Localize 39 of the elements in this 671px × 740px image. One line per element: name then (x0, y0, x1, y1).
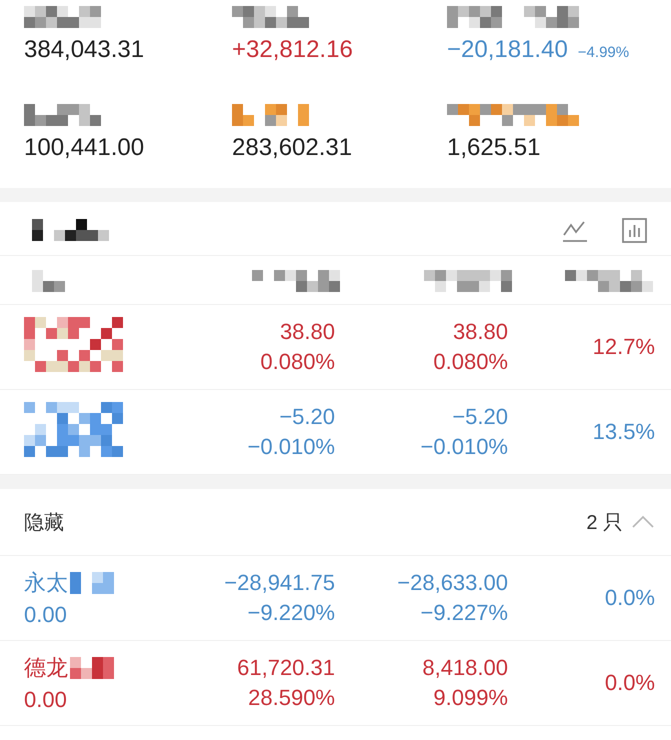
summary-value: 1,625.51 (447, 134, 540, 162)
summary-value: −20,181.40 (447, 36, 568, 64)
percent-text: −0.010% (420, 434, 508, 460)
section-title: 隐藏 (24, 510, 64, 536)
redacted-mosaic (70, 657, 114, 679)
ratio-text: 13.5% (592, 419, 655, 444)
value-text: −5.20 (279, 404, 335, 430)
ratio-text: 12.7% (592, 334, 655, 359)
stock-name: 德龙 (24, 654, 68, 682)
bar-chart-icon[interactable] (622, 218, 647, 243)
percent-text: −0.010% (248, 434, 335, 460)
ratio-text: 0.0% (604, 585, 655, 610)
stock-name: 永太 (24, 569, 68, 597)
summary-change: −4.99% (578, 44, 630, 61)
percent-text: −9.227% (420, 600, 508, 626)
value-text: 38.80 (452, 319, 508, 345)
percent-text: 28.590% (248, 685, 335, 711)
count-label: 2 只 (586, 510, 623, 536)
chevron-icon (631, 515, 655, 529)
summary-value: +32,812.16 (232, 36, 353, 64)
summary-value: 283,602.31 (232, 134, 352, 162)
value-text: −5.20 (452, 404, 508, 430)
stock-sub-value: 0.00 (24, 687, 68, 713)
line-chart-icon[interactable] (562, 218, 588, 242)
ratio-text: 0.0% (604, 670, 655, 695)
redacted-mosaic (70, 572, 114, 594)
percent-text: 0.080% (433, 349, 508, 375)
value-text: 61,720.31 (237, 655, 335, 681)
hidden-section-header[interactable]: 隐藏 2 只 (0, 489, 671, 556)
value-text: −28,633.00 (397, 570, 508, 596)
summary-value: 100,441.00 (24, 134, 144, 162)
percent-text: 0.080% (260, 349, 335, 375)
percent-text: 9.099% (433, 685, 508, 711)
value-text: −28,941.75 (224, 570, 335, 596)
stock-sub-value: 0.00 (24, 602, 68, 628)
percent-text: −9.220% (248, 600, 335, 626)
value-text: 8,418.00 (422, 655, 508, 681)
value-text: 38.80 (280, 319, 335, 345)
summary-value: 384,043.31 (24, 36, 144, 64)
